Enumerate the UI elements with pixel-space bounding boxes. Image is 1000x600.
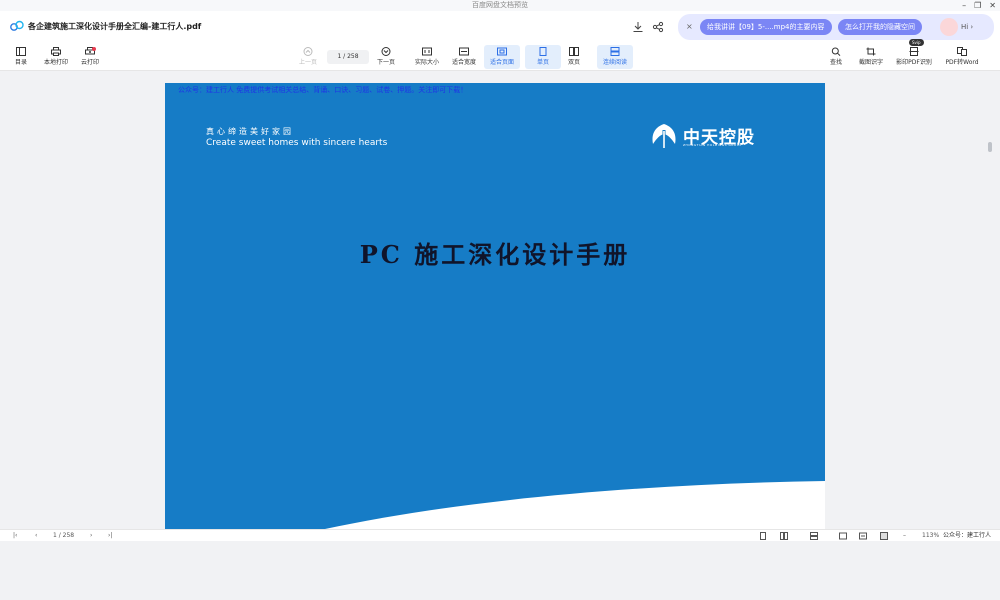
share-icon[interactable]	[652, 21, 664, 33]
main-document-title: PC 施工深化设计手册	[359, 240, 631, 269]
fit-page-button[interactable]: 适合页面	[484, 45, 520, 69]
sidebar-icon	[16, 47, 26, 56]
baidu-netdisk-logo-icon	[10, 20, 24, 31]
convert-icon	[957, 47, 967, 56]
arrow-down-icon	[381, 47, 391, 56]
next-page-label: 下一页	[376, 59, 395, 66]
search-icon	[831, 47, 841, 56]
local-print-label: 本地打印	[43, 59, 68, 66]
continuous-label: 连续阅读	[602, 59, 627, 66]
actual-size-button[interactable]: 实际大小	[409, 45, 445, 69]
ocr-button[interactable]: 截图识字	[853, 45, 889, 69]
document-viewer[interactable]: 公众号：建工行人 免费提供考试相关总结、背诵、口诀、习题、试卷、押题。关注即可下…	[0, 71, 1000, 529]
pdf-to-word-button[interactable]: PDF转Word	[940, 45, 984, 69]
fit-page-icon	[497, 47, 507, 56]
ai-hi-label[interactable]: Hi ›	[961, 19, 973, 35]
local-print-button[interactable]: 本地打印	[38, 45, 74, 69]
actual-size-icon	[422, 47, 432, 56]
window-controls: – ❐ ✕	[962, 0, 996, 11]
corner-watermark: 公众号：建工行人	[943, 532, 992, 539]
toc-label: 目录	[14, 59, 27, 66]
double-view-icon[interactable]	[780, 532, 788, 540]
double-page-button[interactable]: 双页	[556, 45, 592, 69]
toc-button[interactable]: 目录	[3, 45, 39, 69]
ocr-label: 截图识字	[858, 59, 883, 66]
single-page-label: 单页	[536, 59, 549, 66]
document-header: 各企建筑施工深化设计手册全汇编-建工行人.pdf × 给我讲讲【09】5-...…	[0, 11, 1000, 43]
scrollbar-thumb[interactable]	[988, 142, 992, 152]
prev-page-icon[interactable]: ‹	[35, 532, 37, 540]
window-titlebar: 百度网盘文档预览 – ❐ ✕	[0, 0, 1000, 11]
search-button[interactable]: 查找	[818, 45, 854, 69]
fit-width-label: 适合宽度	[451, 59, 476, 66]
double-page-label: 双页	[567, 59, 580, 66]
cloud-print-label: 云打印	[80, 59, 99, 66]
status-bar: |‹ ‹ 1 / 258 › ›| – 113% 公众号：建工行人	[0, 529, 1000, 541]
scan-document-icon	[909, 47, 919, 56]
crop-icon	[866, 47, 876, 56]
last-page-icon[interactable]: ›|	[108, 532, 112, 540]
download-icon[interactable]	[632, 21, 644, 33]
fit-page-label: 适合页面	[489, 59, 514, 66]
fit-width-view-icon[interactable]	[859, 532, 867, 540]
single-view-icon[interactable]	[759, 532, 767, 540]
svip-badge: Svip	[909, 39, 924, 46]
ai-suggestion-chip-2[interactable]: 怎么打开我的隐藏空间	[838, 19, 922, 35]
scan-pdf-button[interactable]: Svip 影印PDF识别	[892, 39, 936, 69]
brand-name-english: ZHONGTIAN HOLDINGS GROUP	[683, 143, 742, 147]
arrow-up-icon	[303, 47, 313, 56]
page-wave-decoration	[165, 481, 825, 529]
continuous-view-icon[interactable]	[810, 532, 818, 540]
zhongtian-logo-icon	[652, 124, 676, 148]
next-page-button[interactable]: 下一页	[368, 45, 404, 69]
actual-size-label: 实际大小	[414, 59, 439, 66]
printer-icon	[51, 47, 61, 56]
fit-page-view-icon[interactable]	[880, 532, 888, 540]
single-page-icon	[539, 47, 547, 56]
slogan-english: Create sweet homes with sincere hearts	[206, 138, 388, 148]
first-page-icon[interactable]: |‹	[13, 532, 17, 540]
pdf-to-word-label: PDF转Word	[945, 59, 979, 66]
ai-assistant-panel: × 给我讲讲【09】5-....mp4的主要内容 怎么打开我的隐藏空间 Hi ›	[678, 14, 994, 40]
actual-size-view-icon[interactable]	[839, 532, 847, 540]
viewer-toolbar: 目录 本地打印 云打印 上一页 1 / 258 下一页 实际大小 适合宽度 适合…	[0, 39, 1000, 71]
prev-page-label: 上一页	[298, 59, 317, 66]
pdf-page: 公众号：建工行人 免费提供考试相关总结、背诵、口诀、习题、试卷、押题。关注即可下…	[165, 83, 825, 529]
ai-panel-close-icon[interactable]: ×	[686, 19, 693, 35]
fit-width-button[interactable]: 适合宽度	[446, 45, 482, 69]
next-page-icon[interactable]: ›	[90, 532, 92, 540]
ai-suggestion-chip-1[interactable]: 给我讲讲【09】5-....mp4的主要内容	[700, 19, 832, 35]
scan-pdf-label: 影印PDF识别	[896, 59, 932, 66]
zoom-out-icon[interactable]: –	[903, 532, 906, 540]
continuous-icon	[610, 47, 620, 56]
minimize-icon[interactable]: –	[962, 0, 966, 11]
slogan-chinese: 真心缔造美好家园	[206, 127, 294, 136]
page-watermark-text: 公众号：建工行人 免费提供考试相关总结、背诵、口诀、习题、试卷、押题。关注即可下…	[178, 86, 468, 94]
search-label: 查找	[829, 59, 842, 66]
document-title: 各企建筑施工深化设计手册全汇编-建工行人.pdf	[28, 22, 202, 31]
fit-width-icon	[459, 47, 469, 56]
ai-avatar[interactable]	[940, 18, 958, 36]
close-window-icon[interactable]: ✕	[989, 0, 996, 11]
double-page-icon	[569, 47, 579, 56]
window-title: 百度网盘文档预览	[472, 1, 528, 9]
prev-page-button[interactable]: 上一页	[290, 45, 326, 69]
zoom-level[interactable]: 113%	[922, 532, 939, 540]
status-page-indicator[interactable]: 1 / 258	[53, 532, 74, 540]
notification-dot	[92, 47, 96, 51]
restore-icon[interactable]: ❐	[974, 0, 981, 11]
continuous-reading-button[interactable]: 连续阅读	[597, 45, 633, 69]
page-number-input[interactable]: 1 / 258	[327, 50, 369, 64]
company-brand: 中天控股 ZHONGTIAN HOLDINGS GROUP	[649, 122, 761, 152]
cloud-print-button[interactable]: 云打印	[72, 45, 108, 69]
